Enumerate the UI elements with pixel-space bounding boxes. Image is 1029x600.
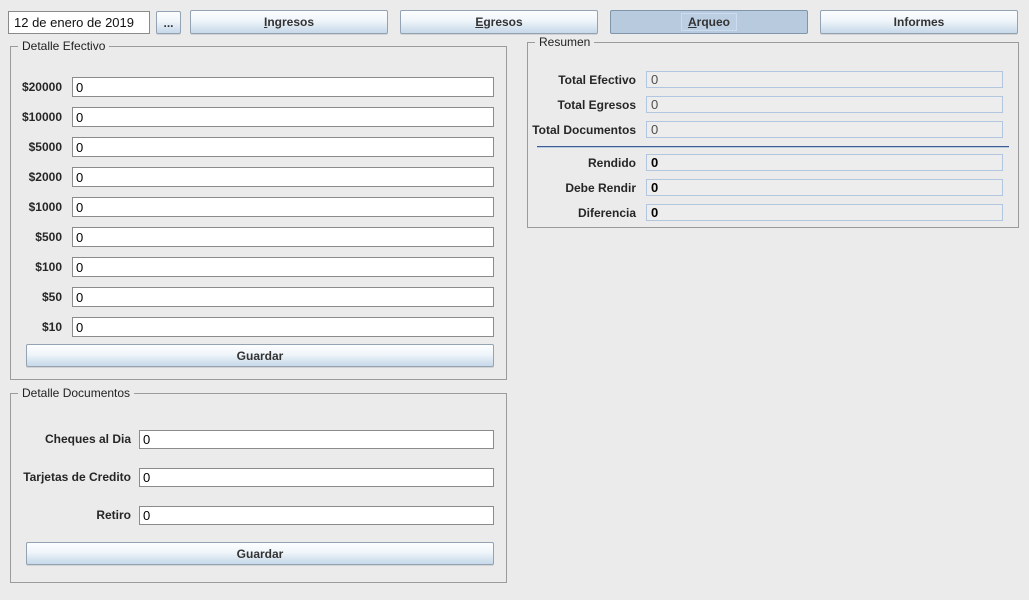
denomination-row: $10 bbox=[11, 312, 506, 342]
denomination-input-20000[interactable] bbox=[72, 77, 494, 97]
resumen-row: Total Efectivo bbox=[528, 67, 1018, 92]
total-efectivo-field bbox=[646, 71, 1003, 88]
denomination-input-500[interactable] bbox=[72, 227, 494, 247]
denomination-row: $50 bbox=[11, 282, 506, 312]
browse-date-button[interactable]: ... bbox=[156, 11, 181, 34]
denomination-label: $5000 bbox=[11, 140, 62, 154]
guardar-efectivo-label: Guardar bbox=[230, 347, 291, 365]
nav-button-arqueo[interactable]: Arqueo bbox=[610, 10, 808, 34]
debe-rendir-field bbox=[646, 179, 1003, 196]
debe-rendir-label: Debe Rendir bbox=[528, 181, 636, 195]
diferencia-field bbox=[646, 204, 1003, 221]
denomination-label: $100 bbox=[11, 260, 62, 274]
denomination-label: $500 bbox=[11, 230, 62, 244]
denomination-row: $2000 bbox=[11, 162, 506, 192]
detalle-efectivo-panel: Detalle Efectivo $20000 $10000 $5000 $20… bbox=[10, 46, 507, 380]
tarjetas-de-credito-label: Tarjetas de Credito bbox=[11, 470, 131, 484]
denomination-input-5000[interactable] bbox=[72, 137, 494, 157]
resumen-row: Total Egresos bbox=[528, 92, 1018, 117]
denomination-input-10[interactable] bbox=[72, 317, 494, 337]
guardar-documentos-button[interactable]: Guardar bbox=[26, 542, 494, 565]
nav-button-arqueo-label: Arqueo bbox=[681, 13, 737, 31]
resumen-rows: Total Efectivo Total Egresos Total Docum… bbox=[528, 67, 1018, 225]
nav-button-informes-label: Informes bbox=[887, 13, 952, 31]
guardar-documentos-label: Guardar bbox=[230, 545, 291, 563]
denomination-row: $20000 bbox=[11, 72, 506, 102]
nav-button-egresos[interactable]: Egresos bbox=[400, 10, 598, 34]
nav-button-informes[interactable]: Informes bbox=[820, 10, 1018, 34]
denomination-row: $100 bbox=[11, 252, 506, 282]
denomination-label: $1000 bbox=[11, 200, 62, 214]
browse-date-label: ... bbox=[157, 14, 181, 32]
documentos-rows: Cheques al Dia Tarjetas de Credito Retir… bbox=[11, 420, 506, 534]
resumen-separator bbox=[528, 142, 1018, 150]
denomination-input-50[interactable] bbox=[72, 287, 494, 307]
total-documentos-label: Total Documentos bbox=[528, 123, 636, 137]
resumen-row: Diferencia bbox=[528, 200, 1018, 225]
resumen-title: Resumen bbox=[535, 35, 594, 49]
denomination-input-100[interactable] bbox=[72, 257, 494, 277]
detalle-documentos-panel: Detalle Documentos Cheques al Dia Tarjet… bbox=[10, 393, 507, 583]
resumen-panel: Resumen Total Efectivo Total Egresos Tot… bbox=[527, 42, 1019, 228]
date-field[interactable] bbox=[8, 11, 150, 34]
cheques-al-dia-label: Cheques al Dia bbox=[11, 432, 131, 446]
total-documentos-field bbox=[646, 121, 1003, 138]
total-egresos-label: Total Egresos bbox=[528, 98, 636, 112]
denomination-label: $10 bbox=[11, 320, 62, 334]
tarjetas-de-credito-input[interactable] bbox=[139, 468, 494, 487]
guardar-efectivo-button[interactable]: Guardar bbox=[26, 344, 494, 367]
documentos-row: Retiro bbox=[11, 496, 506, 534]
denomination-input-10000[interactable] bbox=[72, 107, 494, 127]
denomination-input-2000[interactable] bbox=[72, 167, 494, 187]
nav-button-egresos-label: Egresos bbox=[468, 13, 529, 31]
total-efectivo-label: Total Efectivo bbox=[528, 73, 636, 87]
documentos-row: Tarjetas de Credito bbox=[11, 458, 506, 496]
cheques-al-dia-input[interactable] bbox=[139, 430, 494, 449]
resumen-row: Debe Rendir bbox=[528, 175, 1018, 200]
documentos-row: Cheques al Dia bbox=[11, 420, 506, 458]
denomination-label: $10000 bbox=[11, 110, 62, 124]
denomination-row: $5000 bbox=[11, 132, 506, 162]
nav-button-ingresos[interactable]: Ingresos bbox=[190, 10, 388, 34]
denomination-label: $50 bbox=[11, 290, 62, 304]
retiro-input[interactable] bbox=[139, 506, 494, 525]
detalle-documentos-title: Detalle Documentos bbox=[18, 386, 134, 400]
denomination-label: $20000 bbox=[11, 80, 62, 94]
diferencia-label: Diferencia bbox=[528, 206, 636, 220]
denomination-label: $2000 bbox=[11, 170, 62, 184]
denomination-row: $10000 bbox=[11, 102, 506, 132]
total-egresos-field bbox=[646, 96, 1003, 113]
rendido-label: Rendido bbox=[528, 156, 636, 170]
nav-button-ingresos-label: Ingresos bbox=[257, 13, 321, 31]
rendido-field bbox=[646, 154, 1003, 171]
separator-line bbox=[537, 146, 1009, 147]
denomination-rows: $20000 $10000 $5000 $2000 $1000 $500 $10… bbox=[11, 72, 506, 342]
denomination-input-1000[interactable] bbox=[72, 197, 494, 217]
retiro-label: Retiro bbox=[11, 508, 131, 522]
denomination-row: $1000 bbox=[11, 192, 506, 222]
detalle-efectivo-title: Detalle Efectivo bbox=[18, 39, 109, 53]
denomination-row: $500 bbox=[11, 222, 506, 252]
resumen-row: Total Documentos bbox=[528, 117, 1018, 142]
resumen-row: Rendido bbox=[528, 150, 1018, 175]
